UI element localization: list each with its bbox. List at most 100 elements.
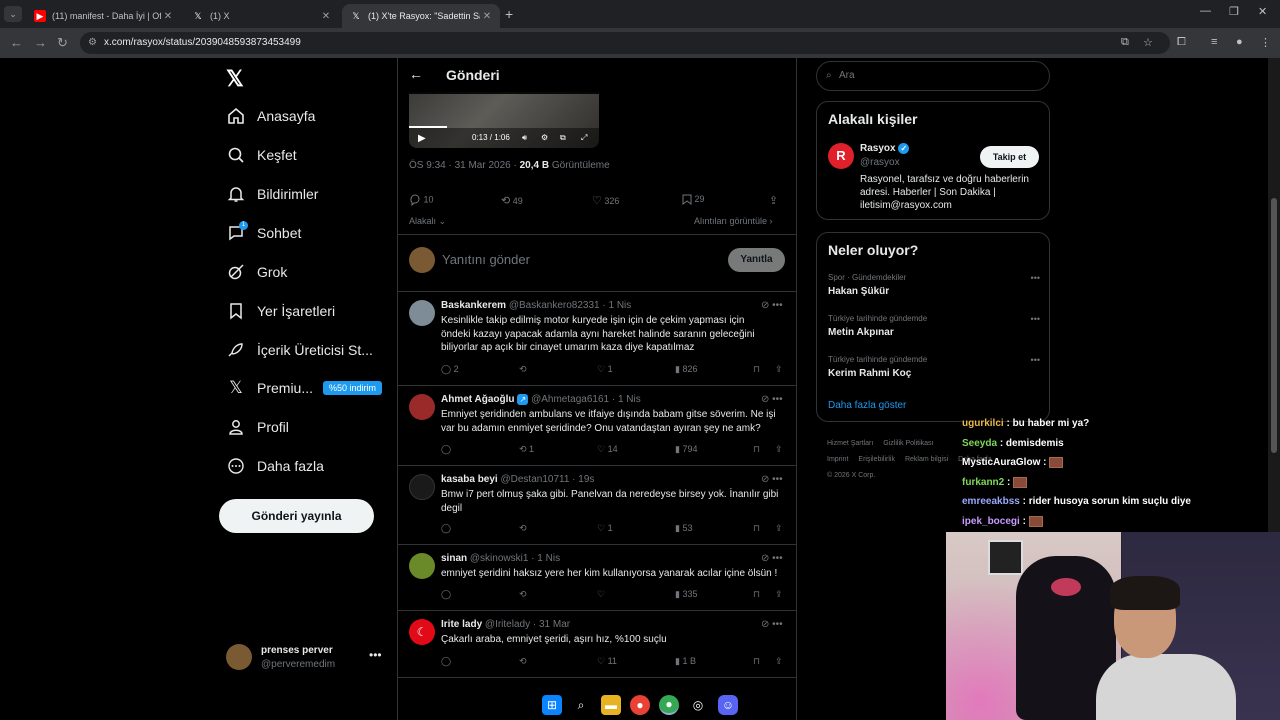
discord-icon[interactable]: ☺ bbox=[718, 695, 738, 715]
share-icon[interactable]: ⇪ bbox=[775, 656, 783, 667]
close-icon[interactable]: ✕ bbox=[480, 11, 494, 22]
views-action[interactable]: ▮ 1 B bbox=[675, 656, 696, 667]
file-explorer-icon[interactable]: ▬ bbox=[601, 695, 621, 715]
bookmark-icon[interactable]: ⊓ bbox=[753, 589, 760, 600]
reply-item[interactable]: Ahmet Ağaoğlu ↗ @Ahmetaga6161 · 1 Nis ⊘ … bbox=[398, 386, 796, 465]
footer-link[interactable]: Gizlilik Politikası bbox=[883, 440, 933, 447]
views-action[interactable]: ▮ 794 bbox=[675, 444, 697, 455]
pip-icon[interactable]: ⧉ bbox=[560, 133, 566, 143]
tab-youtube[interactable]: ▶ (11) manifest - Daha İyi | Offici ✕ bbox=[26, 4, 181, 28]
reply-menu[interactable]: ⊘ ••• bbox=[761, 474, 783, 485]
share-icon[interactable]: ⇪ bbox=[775, 523, 783, 534]
address-bar[interactable]: ⚙ x.com/rasyox/status/203904859387345349… bbox=[80, 32, 1170, 54]
trend-item[interactable]: Türkiye tarihinde gündemde Metin Akpınar… bbox=[828, 314, 1040, 344]
forward-icon[interactable]: → bbox=[34, 35, 47, 50]
share-icon[interactable]: ⇪ bbox=[775, 364, 783, 375]
reply-action[interactable]: ◯ 2 bbox=[441, 364, 459, 375]
grok-icon[interactable]: ⊘ bbox=[761, 619, 769, 630]
like-action[interactable]: ♡ 1 bbox=[597, 364, 613, 375]
new-tab-button[interactable]: + bbox=[505, 6, 513, 22]
reading-list-icon[interactable]: ≡ bbox=[1211, 36, 1217, 48]
more-icon[interactable]: ••• bbox=[772, 474, 783, 485]
trend-item[interactable]: Türkiye tarihinde gündemde Kerim Rahmi K… bbox=[828, 355, 1040, 385]
avatar[interactable]: R bbox=[828, 143, 854, 169]
reply-item[interactable]: sinan @skinowski1 · 1 Nis ⊘ ••• emniyet … bbox=[398, 545, 796, 610]
repost-action[interactable]: ⟲ 1 bbox=[519, 444, 534, 455]
reply-item[interactable]: kasaba beyi @Destan10711 · 19s ⊘ ••• Bmw… bbox=[398, 466, 796, 544]
reply-action[interactable]: ◯ bbox=[441, 656, 451, 667]
repost-action[interactable]: ⟲ bbox=[519, 364, 527, 375]
footer-link[interactable]: Erişilebilirlik bbox=[858, 456, 895, 463]
more-icon[interactable]: ••• bbox=[369, 648, 382, 662]
grok-icon[interactable]: ⊘ bbox=[761, 394, 769, 405]
follow-button[interactable]: Takip et bbox=[980, 146, 1039, 168]
like-action[interactable]: ♡ bbox=[597, 589, 605, 600]
settings-icon[interactable]: ⚙ bbox=[541, 133, 548, 142]
extensions-icon[interactable]: ⧠ bbox=[1177, 36, 1186, 49]
video-player[interactable]: ▶ 0:13 / 1:06 🔊︎ ⚙ ⧉ ⤢ bbox=[409, 92, 599, 148]
reply-item[interactable]: Baskankerem @Baskankero82331 · 1 Nis ⊘ •… bbox=[398, 292, 796, 385]
x-logo-icon[interactable]: 𝕏 bbox=[226, 66, 244, 92]
views-action[interactable]: ▮ 335 bbox=[675, 589, 697, 600]
play-icon[interactable]: ▶ bbox=[418, 133, 426, 144]
video-progress-bar[interactable] bbox=[409, 126, 447, 128]
bookmark-icon[interactable]: ⊓ bbox=[753, 523, 760, 534]
back-icon[interactable]: ← bbox=[10, 35, 23, 50]
minimize-button[interactable]: — bbox=[1200, 5, 1211, 17]
reply-action[interactable]: ◯ bbox=[441, 523, 451, 534]
view-quotes-link[interactable]: Alıntıları görüntüle › bbox=[694, 216, 773, 226]
obs-icon[interactable]: ◎ bbox=[688, 695, 708, 715]
reply-item[interactable]: ☾ Irite lady @Iritelady · 31 Mar ⊘ ••• Ç… bbox=[398, 611, 796, 677]
reply-action[interactable]: ◯ bbox=[441, 444, 451, 455]
reply-menu[interactable]: ⊘ ••• bbox=[761, 553, 783, 564]
back-arrow-icon[interactable]: ← bbox=[409, 66, 423, 82]
sidebar-item-grok[interactable]: Grok bbox=[226, 257, 287, 287]
like-action[interactable]: ♡ 1 bbox=[597, 523, 613, 534]
grok-icon[interactable]: ⊘ bbox=[761, 474, 769, 485]
reply-action[interactable]: ◯ bbox=[441, 589, 451, 600]
bookmark-icon[interactable]: ⊓ bbox=[753, 364, 760, 375]
relevant-name[interactable]: Rasyox ✓ bbox=[860, 143, 910, 154]
reload-icon[interactable]: ↻ bbox=[57, 35, 68, 51]
scrollbar-thumb[interactable] bbox=[1271, 198, 1277, 453]
repost-action[interactable]: ⟲ 49 bbox=[501, 194, 523, 207]
sidebar-item-notifications[interactable]: Bildirimler bbox=[226, 179, 318, 209]
reply-button[interactable]: Yanıtla bbox=[728, 248, 785, 272]
more-icon[interactable]: ••• bbox=[772, 394, 783, 405]
sidebar-item-more[interactable]: Daha fazla bbox=[226, 451, 324, 481]
share-icon[interactable]: ⇪ bbox=[769, 194, 778, 207]
share-icon[interactable]: ⇪ bbox=[775, 589, 783, 600]
bookmark-star-icon[interactable]: ☆ bbox=[1143, 36, 1153, 49]
grok-icon[interactable]: ⊘ bbox=[761, 553, 769, 564]
show-more-link[interactable]: Daha fazla göster bbox=[828, 400, 906, 411]
profile-icon[interactable]: ● bbox=[1236, 36, 1243, 48]
more-icon[interactable]: ••• bbox=[772, 619, 783, 630]
sidebar-item-chat[interactable]: 1 Sohbet bbox=[226, 218, 301, 248]
more-icon[interactable]: ••• bbox=[772, 300, 783, 311]
install-app-icon[interactable]: ⧉ bbox=[1121, 36, 1129, 49]
site-info-icon[interactable]: ⚙ bbox=[88, 32, 97, 54]
bookmark-action[interactable]: 29 bbox=[682, 194, 705, 206]
reply-input[interactable]: Yanıtını gönder bbox=[442, 252, 530, 267]
restore-button[interactable]: ❐ bbox=[1229, 5, 1239, 18]
repost-action[interactable]: ⟲ bbox=[519, 656, 527, 667]
reply-menu[interactable]: ⊘ ••• bbox=[761, 300, 783, 311]
sidebar-item-home[interactable]: Anasayfa bbox=[226, 101, 315, 131]
sidebar-item-premium[interactable]: 𝕏 Premiu... %50 indirim bbox=[226, 373, 383, 403]
sidebar-item-profile[interactable]: Profil bbox=[226, 412, 289, 442]
like-action[interactable]: ♡ 14 bbox=[597, 444, 618, 455]
like-action[interactable]: ♡ 11 bbox=[597, 656, 617, 667]
close-icon[interactable]: ✕ bbox=[319, 11, 333, 22]
views-action[interactable]: ▮ 826 bbox=[675, 364, 697, 375]
footer-link[interactable]: Imprint bbox=[827, 456, 848, 463]
tab-x-home[interactable]: 𝕏 (1) X ✕ bbox=[184, 4, 339, 28]
more-icon[interactable]: ••• bbox=[772, 553, 783, 564]
more-icon[interactable]: ••• bbox=[1031, 355, 1040, 365]
grok-icon[interactable]: ⊘ bbox=[761, 300, 769, 311]
sidebar-item-creator-studio[interactable]: İçerik Üreticisi St... bbox=[226, 335, 373, 365]
search-input[interactable]: ⌕ Ara bbox=[816, 61, 1050, 91]
tab-search-dropdown[interactable]: ⌄ bbox=[4, 6, 22, 22]
views-action[interactable]: ▮ 53 bbox=[675, 523, 692, 534]
repost-action[interactable]: ⟲ bbox=[519, 523, 527, 534]
bookmark-icon[interactable]: ⊓ bbox=[753, 444, 760, 455]
